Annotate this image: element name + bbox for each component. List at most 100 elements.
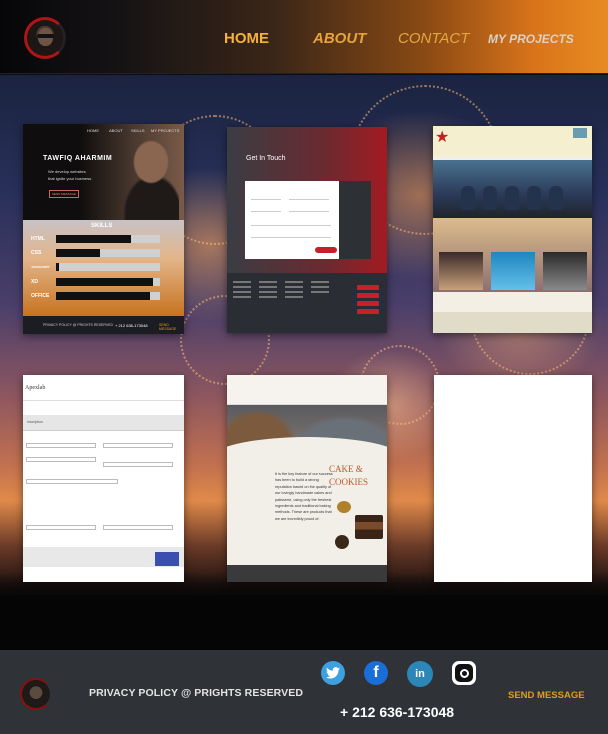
- star-logo-icon: ★: [435, 129, 450, 146]
- cake-slice-image: [355, 515, 383, 539]
- project-card-contact[interactable]: Get In Touch: [227, 127, 387, 333]
- skill-bar: [56, 249, 160, 257]
- skill-label: HTML: [31, 236, 45, 242]
- skill-label: XD: [31, 279, 38, 285]
- skills-title: SKILLS: [91, 223, 113, 229]
- form-field-line: [251, 211, 281, 212]
- skills-section: SKILLS HTML CSS JAVASCRIPT XD OFFICE: [23, 220, 184, 316]
- mini-send-message-button: SEND MESSAGE: [49, 190, 79, 198]
- form-submit-button: [155, 552, 179, 566]
- mini-send-text: SEND MESSAGE: [159, 323, 177, 331]
- nav-contact[interactable]: CONTACT: [398, 30, 469, 47]
- contact-title: Get In Touch: [246, 155, 286, 162]
- mini-phone-text: + 212 636-173048: [115, 323, 148, 328]
- mini-nav-item: SKILLS: [131, 128, 145, 133]
- cookie-image: [337, 501, 351, 513]
- registration-title-bar: Inscription: [23, 415, 184, 431]
- ground-silhouette: [0, 595, 608, 650]
- footer-column: [311, 281, 329, 296]
- privacy-policy-text[interactable]: PRIVACY POLICY @ PRIGHTS RESERVED: [89, 687, 303, 699]
- registration-header: Apexlab: [23, 375, 184, 401]
- contact-form-preview: [245, 181, 371, 259]
- send-message-link[interactable]: SEND MESSAGE: [508, 690, 585, 701]
- linkedin-icon[interactable]: in: [407, 661, 433, 687]
- social-button: [357, 293, 379, 298]
- footer-column: [259, 281, 277, 301]
- registration-brand: Apexlab: [25, 385, 46, 391]
- mini-privacy-text: PRIVACY POLICY @ PRIGHTS RESERVED: [43, 323, 114, 327]
- sports-gallery: [433, 218, 592, 292]
- swimming-thumb: [491, 252, 535, 290]
- bakery-headline: CAKE & COOKIES: [329, 463, 368, 489]
- nav-about[interactable]: ABOUT: [313, 30, 366, 47]
- portrait-photo: [123, 134, 179, 220]
- form-field-line: [289, 199, 329, 200]
- project-card-blank[interactable]: [434, 375, 592, 582]
- team-photo: [433, 160, 592, 218]
- bakery-headline-line-2: COOKIES: [329, 477, 369, 487]
- sports-footer: [433, 312, 592, 333]
- sports-navbar: ★: [433, 126, 592, 156]
- mini-nav-item: MY PROJECTS: [151, 128, 180, 133]
- avatar-glasses: [37, 34, 54, 38]
- skill-bar-fill: [56, 278, 153, 286]
- footer-avatar: [20, 678, 52, 710]
- contact-footer-preview: [227, 273, 387, 333]
- skill-bar-fill: [56, 263, 60, 271]
- bowling-thumb: [439, 252, 483, 290]
- skill-label: JAVASCRIPT: [31, 265, 50, 269]
- portfolio-tagline: that ignite your business.: [48, 176, 93, 181]
- form-input-preview: [26, 457, 96, 462]
- site-header: HOME ABOUT CONTACT MY PROJECTS: [0, 0, 608, 74]
- phone-number: + 212 636-173048: [340, 704, 455, 720]
- portfolio-tagline: We develop websites: [48, 169, 86, 174]
- mini-nav-item: ABOUT: [109, 128, 123, 133]
- skill-bar-fill: [56, 249, 100, 257]
- nav-my-projects[interactable]: MY PROJECTS: [488, 32, 574, 46]
- bakery-description: It is the key feature of our success has…: [275, 472, 333, 521]
- skill-bar: [56, 278, 160, 286]
- logo-avatar[interactable]: [24, 17, 66, 59]
- footer-column: [233, 281, 251, 301]
- form-field-line: [251, 199, 281, 200]
- skill-bar: [56, 263, 160, 271]
- form-field-line: [289, 211, 329, 212]
- portfolio-hero: HOME ABOUT SKILLS MY PROJECTS TAWFIQ AHA…: [23, 124, 184, 220]
- menu-box: [573, 128, 587, 138]
- cookie-image: [335, 535, 349, 549]
- racing-thumb: [543, 252, 587, 290]
- form-field-line: [251, 237, 331, 238]
- form-field-line: [251, 225, 331, 226]
- skill-label: CSS: [31, 250, 42, 256]
- form-input-preview: [103, 525, 173, 530]
- social-button: [357, 285, 379, 290]
- footer-column: [285, 281, 303, 301]
- skill-bar-fill: [56, 292, 150, 300]
- bakery-footer: [227, 565, 387, 582]
- form-input-preview: [26, 443, 96, 448]
- portfolio-name: TAWFIQ AHARMIM: [43, 155, 113, 162]
- bakery-headline-line-1: CAKE &: [329, 464, 363, 474]
- instagram-icon[interactable]: [452, 661, 476, 685]
- registration-title: Inscription: [27, 420, 43, 424]
- contact-hero: Get In Touch: [227, 127, 387, 273]
- bakery-navbar: [227, 375, 387, 405]
- facebook-icon[interactable]: f: [364, 661, 388, 685]
- social-button: [357, 309, 379, 314]
- project-card-sports[interactable]: ★: [433, 126, 592, 333]
- form-input-preview: [26, 479, 118, 484]
- skill-label: OFFICE: [31, 293, 50, 299]
- form-input-preview: [103, 443, 173, 448]
- contact-info-panel: [339, 181, 371, 259]
- skill-bar: [56, 292, 160, 300]
- twitter-icon[interactable]: [321, 661, 345, 685]
- form-input-preview: [26, 525, 96, 530]
- skill-bar: [56, 235, 160, 243]
- project-card-registration[interactable]: Apexlab Inscription: [23, 375, 184, 582]
- project-card-portfolio[interactable]: HOME ABOUT SKILLS MY PROJECTS TAWFIQ AHA…: [23, 124, 184, 334]
- form-input-preview: [103, 462, 173, 467]
- social-button: [357, 301, 379, 306]
- project-card-bakery[interactable]: It is the key feature of our success has…: [227, 375, 387, 582]
- nav-home[interactable]: HOME: [224, 30, 269, 47]
- skill-bar-fill: [56, 235, 131, 243]
